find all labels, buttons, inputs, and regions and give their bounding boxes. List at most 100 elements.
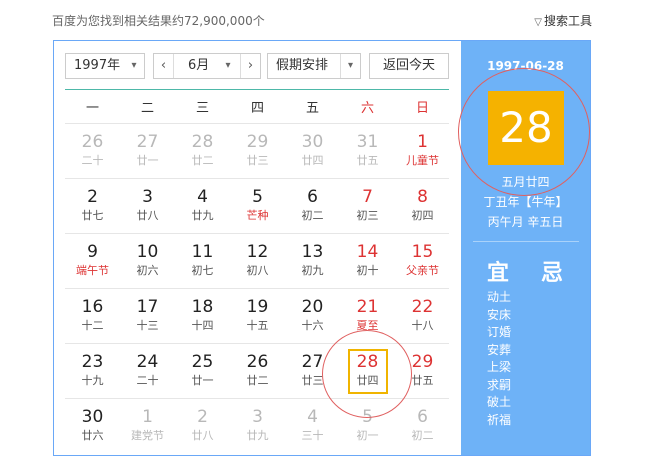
- calendar-day[interactable]: 3 廿八: [120, 179, 175, 234]
- calendar-week-row: 23 十九 24 二十 25 廿一 26 廿二 27 廿三 28 廿四 29 廿五: [65, 343, 449, 398]
- calendar-day[interactable]: 1 儿童节: [395, 124, 450, 179]
- calendar-day[interactable]: 7 初三: [340, 179, 395, 234]
- day-number: 20: [301, 297, 324, 317]
- calendar-week-row: 16 十二 17 十三 18 十四 19 十五 20 十六 21 夏至 22 十八: [65, 288, 449, 343]
- calendar-day[interactable]: 5 初一: [340, 399, 395, 454]
- calendar-widget: 1997年 ▾ ‹ 6月 ▾ › 假期安排 ▾ 返回今天 一二三四五六日 26 二…: [53, 40, 591, 456]
- yi-item: 动土: [487, 290, 512, 304]
- search-tools-button[interactable]: ▽ 搜索工具: [534, 12, 592, 29]
- lunar-label: 夏至: [356, 319, 379, 332]
- weekday-label: 五: [305, 101, 319, 116]
- calendar-day[interactable]: 29 廿五: [395, 344, 450, 399]
- holiday-value: 假期安排: [276, 58, 329, 73]
- year-select[interactable]: 1997年 ▾: [65, 53, 145, 79]
- yi-item: 上梁: [487, 360, 512, 374]
- calendar-day[interactable]: 11 初七: [175, 234, 230, 289]
- calendar-day[interactable]: 28 廿二: [175, 124, 230, 179]
- day-number: 11: [191, 242, 214, 262]
- calendar-day[interactable]: 12 初八: [230, 234, 285, 289]
- lunar-label: 三十: [301, 429, 324, 442]
- lunar-label: 廿八: [191, 429, 214, 442]
- holiday-select[interactable]: 假期安排 ▾: [267, 53, 361, 79]
- yi-item: 祈福: [487, 412, 512, 427]
- calendar-day-selected[interactable]: 28 廿四: [340, 344, 395, 399]
- month-value: 6月: [188, 58, 210, 73]
- day-number: 5: [252, 187, 263, 207]
- calendar-day[interactable]: 4 廿九: [175, 179, 230, 234]
- day-number: 3: [142, 187, 153, 207]
- yi-item: 订婚: [487, 325, 512, 339]
- calendar-day[interactable]: 3 廿九: [230, 399, 285, 454]
- calendar-day[interactable]: 30 廿四: [285, 124, 340, 179]
- calendar-day[interactable]: 6 初二: [285, 179, 340, 234]
- calendar-day[interactable]: 13 初九: [285, 234, 340, 289]
- lunar-label: 廿四: [301, 154, 324, 167]
- calendar-day[interactable]: 26 廿二: [230, 344, 285, 399]
- return-today-button[interactable]: 返回今天: [369, 53, 449, 79]
- calendar-day[interactable]: 8 初四: [395, 179, 450, 234]
- lunar-label: 廿三: [246, 154, 269, 167]
- lunar-label: 初二: [301, 209, 324, 222]
- month-select[interactable]: ‹ 6月 ▾ ›: [153, 53, 261, 79]
- next-month-button[interactable]: ›: [240, 54, 260, 78]
- lunar-label: 廿五: [411, 374, 434, 387]
- weekday-label: 二: [140, 101, 154, 116]
- calendar-day[interactable]: 10 初六: [120, 234, 175, 289]
- yi-item: 安床: [487, 307, 512, 322]
- calendar-day[interactable]: 1 建党节: [120, 399, 175, 454]
- lunar-label: 十三: [136, 319, 159, 332]
- calendar-day[interactable]: 18 十四: [175, 289, 230, 344]
- calendar-day[interactable]: 31 廿五: [340, 124, 395, 179]
- calendar-day[interactable]: 20 十六: [285, 289, 340, 344]
- calendar-week-row: 30 廿六 1 建党节 2 廿八 3 廿九 4 三十 5 初一 6 初二: [65, 398, 449, 453]
- calendar-day[interactable]: 23 十九: [65, 344, 120, 399]
- calendar-day[interactable]: 27 廿一: [120, 124, 175, 179]
- weekday-label: 日: [415, 101, 429, 116]
- day-number: 8: [417, 187, 428, 207]
- lunar-label: 建党节: [131, 429, 164, 442]
- day-number: 4: [197, 187, 208, 207]
- lunar-label: 廿一: [136, 154, 159, 167]
- calendar-day[interactable]: 29 廿三: [230, 124, 285, 179]
- lunar-label: 二十: [136, 374, 159, 387]
- lunar-label: 廿九: [246, 429, 269, 442]
- calendar-week-row: 9 端午节 10 初六 11 初七 12 初八 13 初九 14 初十 15 父亲节: [65, 233, 449, 288]
- yi-label: 宜: [487, 261, 510, 286]
- calendar-day[interactable]: 16 十二: [65, 289, 120, 344]
- lunar-label: 二十: [81, 154, 104, 167]
- lunar-label: 廿二: [246, 374, 269, 387]
- lunar-label: 初十: [356, 264, 379, 277]
- day-number: 26: [246, 352, 269, 372]
- calendar-day[interactable]: 15 父亲节: [395, 234, 450, 289]
- lunar-label: 十六: [301, 319, 324, 332]
- calendar-day[interactable]: 2 廿七: [65, 179, 120, 234]
- calendar-day[interactable]: 19 十五: [230, 289, 285, 344]
- calendar-day[interactable]: 4 三十: [285, 399, 340, 454]
- calendar-day[interactable]: 26 二十: [65, 124, 120, 179]
- calendar-day[interactable]: 2 廿八: [175, 399, 230, 454]
- calendar-day[interactable]: 6 初二: [395, 399, 450, 454]
- weekday-header: 一二三四五六日: [65, 97, 449, 121]
- day-number: 30: [81, 407, 104, 427]
- calendar-day[interactable]: 30 廿六: [65, 399, 120, 454]
- day-number: 26: [81, 132, 104, 152]
- calendar-day[interactable]: 17 十三: [120, 289, 175, 344]
- calendar-day[interactable]: 5 芒种: [230, 179, 285, 234]
- calendar-day[interactable]: 24 二十: [120, 344, 175, 399]
- lunar-label: 十八: [411, 319, 434, 332]
- calendar-day[interactable]: 25 廿一: [175, 344, 230, 399]
- day-number: 15: [411, 242, 434, 262]
- calendar-day[interactable]: 27 廿三: [285, 344, 340, 399]
- day-number: 7: [362, 187, 373, 207]
- lunar-label: 初六: [136, 264, 159, 277]
- calendar-day[interactable]: 22 十八: [395, 289, 450, 344]
- calendar-day[interactable]: 9 端午节: [65, 234, 120, 289]
- lunar-label: 初三: [356, 209, 379, 222]
- prev-month-button[interactable]: ‹: [154, 54, 174, 78]
- calendar-day[interactable]: 21 夏至: [340, 289, 395, 344]
- day-number: 9: [87, 242, 98, 262]
- lunar-label: 廿六: [81, 429, 104, 442]
- day-number: 12: [246, 242, 269, 262]
- calendar-day[interactable]: 14 初十: [340, 234, 395, 289]
- calendar-main: 1997年 ▾ ‹ 6月 ▾ › 假期安排 ▾ 返回今天 一二三四五六日 26 二…: [54, 41, 461, 455]
